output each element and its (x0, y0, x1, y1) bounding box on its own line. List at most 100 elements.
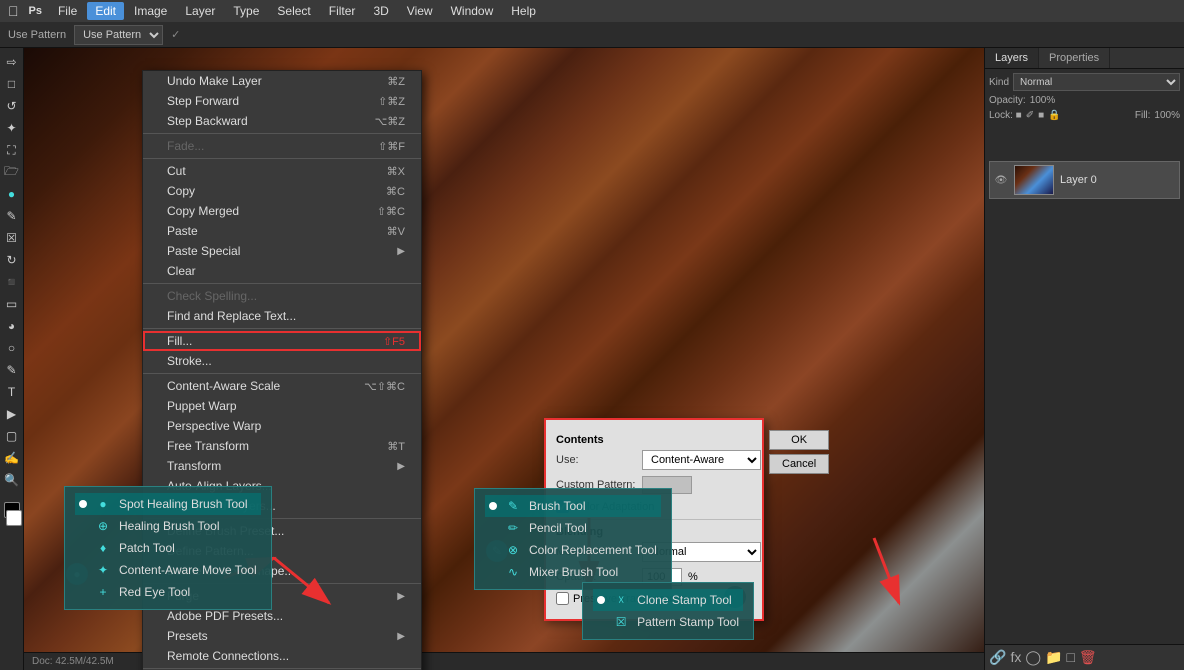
pattern-stamp-tool-item[interactable]: ☒ Pattern Stamp Tool (593, 611, 743, 633)
copy-merged[interactable]: Copy Merged ⇧⌘C (143, 201, 421, 221)
fill-menu-item[interactable]: Fill... ⇧F5 (143, 331, 421, 351)
patch-tool-item[interactable]: ♦ Patch Tool (75, 537, 261, 559)
blend-mode-select[interactable]: Normal (1013, 73, 1180, 91)
healing-tool-popup: ● Spot Healing Brush Tool ⊕ Healing Brus… (64, 486, 272, 610)
divider-8 (143, 668, 421, 669)
opacity-value: 100% (1030, 95, 1056, 106)
copy[interactable]: Copy ⌘C (143, 181, 421, 201)
brush-icon: ✎ (505, 498, 521, 514)
brush-active-indicator (489, 502, 497, 510)
dodge-tool[interactable]: ○ (2, 338, 22, 358)
step-backward[interactable]: Step Backward ⌥⌘Z (143, 111, 421, 131)
remote-connections[interactable]: Remote Connections... (143, 646, 421, 666)
left-toolbar: ⇨ □ ↺ ✦ ⛶ 🗁 ● ✎ ☒ ↻ ◾ ▭ ◕ ○ ✎ T ▶ ▢ ✍ 🔍 (0, 48, 24, 670)
pattern-stamp-icon: ☒ (613, 614, 629, 630)
color-replacement-label: Color Replacement Tool (529, 543, 657, 557)
rectangle-tool[interactable]: ▢ (2, 426, 22, 446)
path-selection-tool[interactable]: ▶ (2, 404, 22, 424)
delete-layer-icon[interactable]: 🗑 (1079, 649, 1097, 666)
check-spelling[interactable]: Check Spelling... (143, 286, 421, 306)
step-forward[interactable]: Step Forward ⇧⌘Z (143, 91, 421, 111)
type-menu-item[interactable]: Type (225, 2, 267, 20)
type-tool[interactable]: T (2, 382, 22, 402)
filter-menu-item[interactable]: Filter (321, 2, 364, 20)
eraser-tool[interactable]: ◾ (2, 272, 22, 292)
crop-tool[interactable]: ⛶ (2, 140, 22, 160)
pencil-tool-item[interactable]: ✏ Pencil Tool (485, 517, 661, 539)
file-menu-item[interactable]: File (50, 2, 85, 20)
contents-section-label: Contents (556, 434, 761, 446)
history-brush-tool[interactable]: ↻ (2, 250, 22, 270)
brush-tool-item[interactable]: ✎ Brush Tool (485, 495, 661, 517)
use-pattern-select[interactable]: Use Pattern (74, 25, 163, 45)
menu-bar:  Ps File Edit Image Layer Type Select F… (0, 0, 1184, 22)
layer-menu-item[interactable]: Layer (177, 2, 223, 20)
fx-icon[interactable]: fx (1010, 649, 1021, 666)
mixer-brush-tool-item[interactable]: ∿ Mixer Brush Tool (485, 561, 661, 583)
main-layout: ⇨ □ ↺ ✦ ⛶ 🗁 ● ✎ ☒ ↻ ◾ ▭ ◕ ○ ✎ T ▶ ▢ ✍ 🔍 (0, 48, 1184, 670)
blur-tool[interactable]: ◕ (2, 316, 22, 336)
paste[interactable]: Paste ⌘V (143, 221, 421, 241)
adjustment-icon[interactable]: ◯ (1025, 649, 1041, 666)
layers-tab[interactable]: Layers (985, 48, 1039, 68)
transform[interactable]: Transform ▶ (143, 456, 421, 476)
canvas-area: Undo Make Layer ⌘Z Step Forward ⇧⌘Z Step… (24, 48, 984, 670)
new-layer-icon[interactable]: □ (1066, 649, 1074, 666)
find-replace[interactable]: Find and Replace Text... (143, 306, 421, 326)
pen-tool[interactable]: ✎ (2, 360, 22, 380)
ok-button[interactable]: OK (769, 430, 829, 450)
divider-1 (143, 133, 421, 134)
zoom-tool[interactable]: 🔍 (2, 470, 22, 490)
lasso-tool[interactable]: ↺ (2, 96, 22, 116)
color-replacement-tool-item[interactable]: ⊗ Color Replacement Tool (485, 539, 661, 561)
apple-menu-item[interactable]:  (8, 3, 19, 19)
background-color[interactable] (6, 510, 22, 526)
3d-menu-item[interactable]: 3D (365, 2, 396, 20)
cancel-button[interactable]: Cancel (769, 454, 829, 474)
spot-healing-brush-tool-item[interactable]: ● Spot Healing Brush Tool (75, 493, 261, 515)
quick-select-tool[interactable]: ✦ (2, 118, 22, 138)
clear[interactable]: Clear (143, 261, 421, 281)
puppet-warp[interactable]: Puppet Warp (143, 396, 421, 416)
use-select[interactable]: Content-Aware Foreground Color Backgroun… (642, 450, 761, 470)
fade[interactable]: Fade... ⇧⌘F (143, 136, 421, 156)
content-aware-move-tool-item[interactable]: ✦ Content-Aware Move Tool (75, 559, 261, 581)
window-menu-item[interactable]: Window (443, 2, 502, 20)
eyedropper-tool[interactable]: 🗁 (2, 162, 22, 182)
edit-menu-item[interactable]: Edit (87, 2, 124, 20)
paste-special[interactable]: Paste Special ▶ (143, 241, 421, 261)
stroke[interactable]: Stroke... (143, 351, 421, 371)
pattern-stamp-label: Pattern Stamp Tool (637, 615, 739, 629)
content-aware-scale[interactable]: Content-Aware Scale ⌥⇧⌘C (143, 376, 421, 396)
clone-stamp-tool-item[interactable]: ☓ Clone Stamp Tool (593, 589, 743, 611)
free-transform[interactable]: Free Transform ⌘T (143, 436, 421, 456)
hand-tool[interactable]: ✍ (2, 448, 22, 468)
brush-tool-popup: ✎ Brush Tool ✏ Pencil Tool ⊗ Color Repla… (474, 488, 672, 590)
brush-tool-btn[interactable]: ✎ (2, 206, 22, 226)
clone-stamp-icon: ☓ (613, 592, 629, 608)
dialog-buttons: OK Cancel (769, 430, 829, 474)
help-menu-item[interactable]: Help (503, 2, 544, 20)
link-icon[interactable]: 🔗 (989, 649, 1006, 666)
clone-stamp-tool-btn[interactable]: ☒ (2, 228, 22, 248)
image-menu-item[interactable]: Image (126, 2, 175, 20)
cut[interactable]: Cut ⌘X (143, 161, 421, 181)
properties-tab[interactable]: Properties (1039, 48, 1110, 68)
layer-0-item[interactable]: 👁 Layer 0 (989, 161, 1180, 199)
marquee-tool[interactable]: □ (2, 74, 22, 94)
healing-brush-tool-item[interactable]: ⊕ Healing Brush Tool (75, 515, 261, 537)
healing-brush-tool-btn[interactable]: ● (2, 184, 22, 204)
folder-icon[interactable]: 📁 (1045, 649, 1062, 666)
layer-visibility-icon[interactable]: 👁 (994, 173, 1008, 187)
view-menu-item[interactable]: View (399, 2, 441, 20)
gradient-tool[interactable]: ▭ (2, 294, 22, 314)
perspective-warp[interactable]: Perspective Warp (143, 416, 421, 436)
move-tool[interactable]: ⇨ (2, 52, 22, 72)
undo-make-layer[interactable]: Undo Make Layer ⌘Z (143, 71, 421, 91)
panel-tabs: Layers Properties (985, 48, 1184, 69)
preserve-transparency-checkbox[interactable] (556, 592, 569, 605)
red-eye-tool-item[interactable]: + Red Eye Tool (75, 581, 261, 603)
options-bar: Use Pattern Use Pattern ✓ (0, 22, 1184, 48)
presets[interactable]: Presets ▶ (143, 626, 421, 646)
select-menu-item[interactable]: Select (269, 2, 318, 20)
